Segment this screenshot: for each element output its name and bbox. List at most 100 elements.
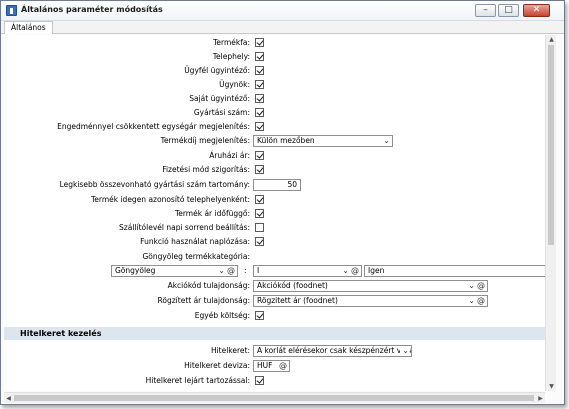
checkbox-egyeb-koltseg[interactable] [255,311,264,320]
param-lejart: Hitelkeret lejárt tartozással: [4,375,545,387]
chevron-down-icon: ⌄ [218,266,225,275]
hitelkeret-dropdown[interactable]: A korlát elérésekor csak készpénzért vás… [253,345,412,357]
param-aruhazi-ar: Áruházi ár: [4,150,545,162]
param-deviza: Hitelkeret deviza: HUF @ [4,360,545,372]
gyartasi-tartomany-value: 50 [287,180,297,189]
checkbox-ugyfel-ugyintezo[interactable] [255,66,264,75]
gyartasi-tartomany-input[interactable]: 50 [253,179,301,191]
label-aruhazi-ar: Áruházi ár: [209,151,250,160]
horizontal-scroll-thumb[interactable] [14,395,534,401]
title-bar[interactable]: Általános paraméter módosítás – □ ✕ [1,1,564,21]
param-fizetesi-mod: Fizetési mód szigorítás: [4,164,545,176]
param-egyeb-koltseg: Egyéb költség: [4,310,545,322]
scroll-left-arrow-icon[interactable]: ◀ [4,393,13,404]
chevron-down-icon: ⌄ [400,346,409,356]
label-szallitolevel: Szállítólevél napi sorrend beállítás: [119,223,250,232]
at-sign-icon[interactable]: @ [476,296,486,306]
deviza-value: HUF [257,361,273,370]
gongyoleg-kod-dropdown[interactable]: I ⌄ @ [253,265,362,277]
checkbox-ugynok[interactable] [255,80,264,89]
window-title: Általános paraméter módosítás [21,5,163,14]
checkbox-termekfa[interactable] [255,38,264,47]
param-gyartasi-tartomany: Legkisebb összevonható gyártási szám tar… [4,179,545,191]
param-funkcio-naplozas: Funkció használat naplózása: [4,236,545,248]
label-lejart: Hitelkeret lejárt tartozással: [145,376,250,385]
param-termekdij: Termékdíj megjelenítés: Külön mezőben ⌄ [4,135,545,147]
label-sajat-ugyintezo: Saját ügyintéző: [189,94,250,103]
param-szallitolevel: Szállítólevél napi sorrend beállítás: [4,222,545,234]
checkbox-sajat-ugyintezo[interactable] [255,94,264,103]
param-ar-idofuggo: Termék ár időfüggő: [4,208,545,220]
maximize-button[interactable]: □ [498,4,519,17]
rogzitett-ar-dropdown[interactable]: Rögzitett ár (foodnet) ⌄ @ [253,295,488,307]
checkbox-engedmeny[interactable] [255,122,264,131]
chevron-down-icon: ⌄ [468,281,475,290]
label-akciokod: Akciókód tulajdonság: [167,281,250,290]
checkbox-fizetesi-mod[interactable] [255,165,264,174]
label-termekdij: Termékdíj megjelenítés: [160,136,250,145]
scroll-down-arrow-icon[interactable]: ▼ [546,382,557,391]
hitelkeret-value: A korlát elérésekor csak készpénzért vás… [257,346,411,355]
scroll-right-arrow-icon[interactable]: ▶ [536,393,545,404]
chevron-down-icon: ⌄ [468,296,475,305]
checkbox-ar-idofuggo[interactable] [255,209,264,218]
checkbox-gyartasi-szam[interactable] [255,108,264,117]
akciokod-value: Akciókód (foodnet) [257,281,328,290]
label-telephely: Telephely: [212,52,250,61]
checkbox-szallitolevel[interactable] [255,223,264,232]
section-hitelkeret-header: Hitelkeret kezelés [4,327,545,340]
tab-bar: Általános [1,21,564,34]
gongyoleg-separator: : [244,266,247,275]
param-gongyoleg: Göngyöleg ⌄ @ : I ⌄ @ Igen [4,265,545,277]
at-sign-icon[interactable]: @ [226,266,236,276]
termekdij-dropdown[interactable]: Külön mezőben ⌄ [253,135,393,147]
checkbox-funkcio-naplozas[interactable] [255,237,264,246]
label-gongyoleg: Göngyöleg termékkategória: [142,252,250,261]
parameter-form: Termékfa: Telephely: Ügyfél ügyintéző: Ü… [4,35,545,391]
horizontal-scrollbar[interactable]: ◀ ▶ [4,392,545,403]
param-engedmeny: Engedménnyel csökkentett egységár megjel… [4,121,545,133]
close-button[interactable]: ✕ [523,4,550,17]
label-ugyfel-ugyintezo: Ügyfél ügyintéző: [184,66,250,75]
vertical-scrollbar[interactable]: ▲ ▼ [545,35,556,391]
label-hitelkeret: Hitelkeret: [210,346,250,355]
param-hitelkeret: Hitelkeret: A korlát elérésekor csak kés… [4,345,545,357]
chevron-down-icon: ⌄ [383,136,390,145]
minimize-button[interactable]: – [475,4,496,17]
akciokod-dropdown[interactable]: Akciókód (foodnet) ⌄ @ [253,280,488,292]
at-sign-icon[interactable]: @ [350,266,360,276]
param-akciokod: Akciókód tulajdonság: Akciókód (foodnet)… [4,280,545,292]
label-gyartasi-szam: Gyártási szám: [193,108,250,117]
param-termekfa: Termékfa: [4,37,545,49]
gongyoleg-kategoria-value: Göngyöleg [115,266,156,275]
label-ar-idofuggo: Termék ár időfüggő: [174,209,250,218]
gongyoleg-nev-field[interactable]: Igen [364,265,545,277]
checkbox-aruhazi-ar[interactable] [255,151,264,160]
param-telephely: Telephely: [4,51,545,63]
param-gongyoleg-label-row: Göngyöleg termékkategória: [4,251,545,263]
dialog-window: Általános paraméter módosítás – □ ✕ Álta… [0,0,565,405]
label-ugynok: Ügynök: [219,80,250,89]
termekdij-value: Külön mezőben [257,136,315,145]
chevron-down-icon: ⌄ [342,266,349,275]
app-icon [6,5,17,16]
deviza-lookup[interactable]: HUF @ [253,360,290,372]
label-rogzitett-ar: Rögzített ár tulajdonság: [157,296,250,305]
param-rogzitett-ar: Rögzített ár tulajdonság: Rögzitett ár (… [4,295,545,307]
label-termekfa: Termékfa: [213,38,250,47]
gongyoleg-kategoria-dropdown[interactable]: Göngyöleg ⌄ @ [111,265,238,277]
at-sign-icon[interactable]: @ [278,361,288,371]
vertical-scroll-thumb[interactable] [548,45,554,245]
rogzitett-ar-value: Rögzitett ár (foodnet) [257,296,338,305]
at-sign-icon[interactable]: @ [476,281,486,291]
checkbox-idegen-azonosito[interactable] [255,195,264,204]
checkbox-telephely[interactable] [255,52,264,61]
label-fizetesi-mod: Fizetési mód szigorítás: [162,165,250,174]
tab-altalanos[interactable]: Általános [4,21,53,34]
label-egyeb-koltseg: Egyéb költség: [194,311,250,320]
param-ugyfel-ugyintezo: Ügyfél ügyintéző: [4,65,545,77]
label-funkcio-naplozas: Funkció használat naplózása: [140,237,250,246]
scroll-up-arrow-icon[interactable]: ▲ [546,35,557,44]
checkbox-lejart[interactable] [255,376,264,385]
param-idegen-azonosito: Termék idegen azonosító telephelyenként: [4,194,545,206]
